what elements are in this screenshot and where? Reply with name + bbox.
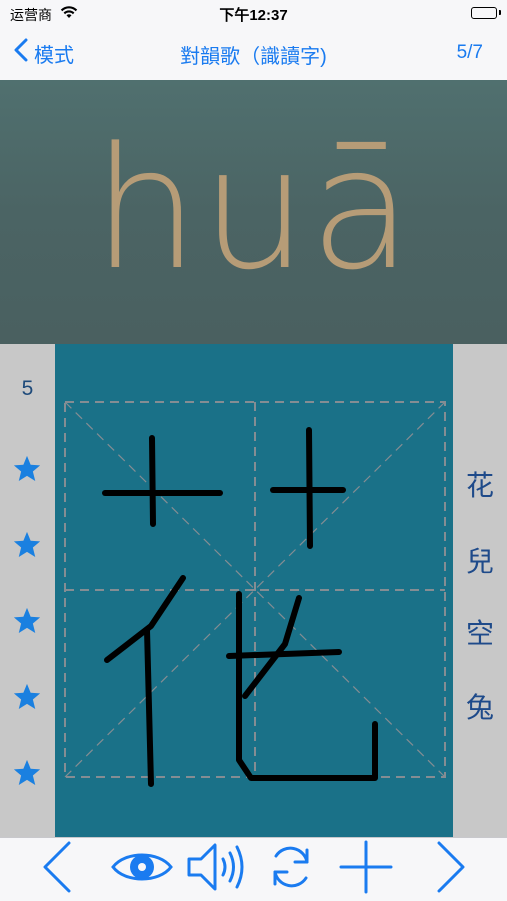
star-icon [12,682,42,717]
plus-icon [339,840,393,899]
battery-tip [499,10,501,15]
level-number: 5 [21,377,34,400]
stroke-4 [306,427,313,549]
left-sidebar: 5 [0,344,55,837]
refresh-icon [267,842,315,897]
show-stroke-order-button[interactable] [110,840,174,898]
chevron-left-icon [39,839,75,900]
star-icon [12,530,42,565]
page-counter: 5/7 [456,42,483,63]
eye-icon [111,849,173,890]
status-time: 下午12:37 [219,7,288,24]
word-item[interactable]: 花 [453,464,507,504]
pinyin-panel: huā [0,80,507,344]
writing-grid [64,401,446,787]
play-sound-button[interactable] [184,840,250,898]
stroke-8 [242,595,302,699]
word-item[interactable]: 兔 [453,686,507,726]
navigation-bar: 模式 對韻歌（識讀字) 5/7 [0,26,507,81]
writing-canvas[interactable] [55,344,453,837]
star-icon [12,606,42,641]
previous-button[interactable] [34,840,80,898]
back-button[interactable]: 模式 [14,38,74,68]
speaker-icon [185,839,249,900]
word-item[interactable]: 兒 [453,540,507,580]
back-button-label: 模式 [34,44,74,67]
chevron-right-icon [433,839,469,900]
stroke-9 [236,591,378,781]
add-button[interactable] [338,840,394,898]
word-item[interactable]: 空 [453,612,507,652]
handwritten-strokes [102,427,378,787]
stroke-7 [226,649,342,659]
pinyin-text: huā [92,111,415,307]
stroke-6 [144,627,154,787]
star-icon [12,758,42,793]
page-title: 對韻歌（識讀字) [180,46,327,68]
chevron-left-icon [14,38,34,68]
battery-icon [471,7,497,19]
right-sidebar: 花兒空兔 [453,344,507,837]
bottom-toolbar [0,837,507,901]
redo-button[interactable] [266,840,316,898]
status-bar: 运营商 下午12:37 [0,0,507,26]
next-button[interactable] [428,840,474,898]
star-icon [12,454,42,489]
stroke-2 [149,435,156,527]
